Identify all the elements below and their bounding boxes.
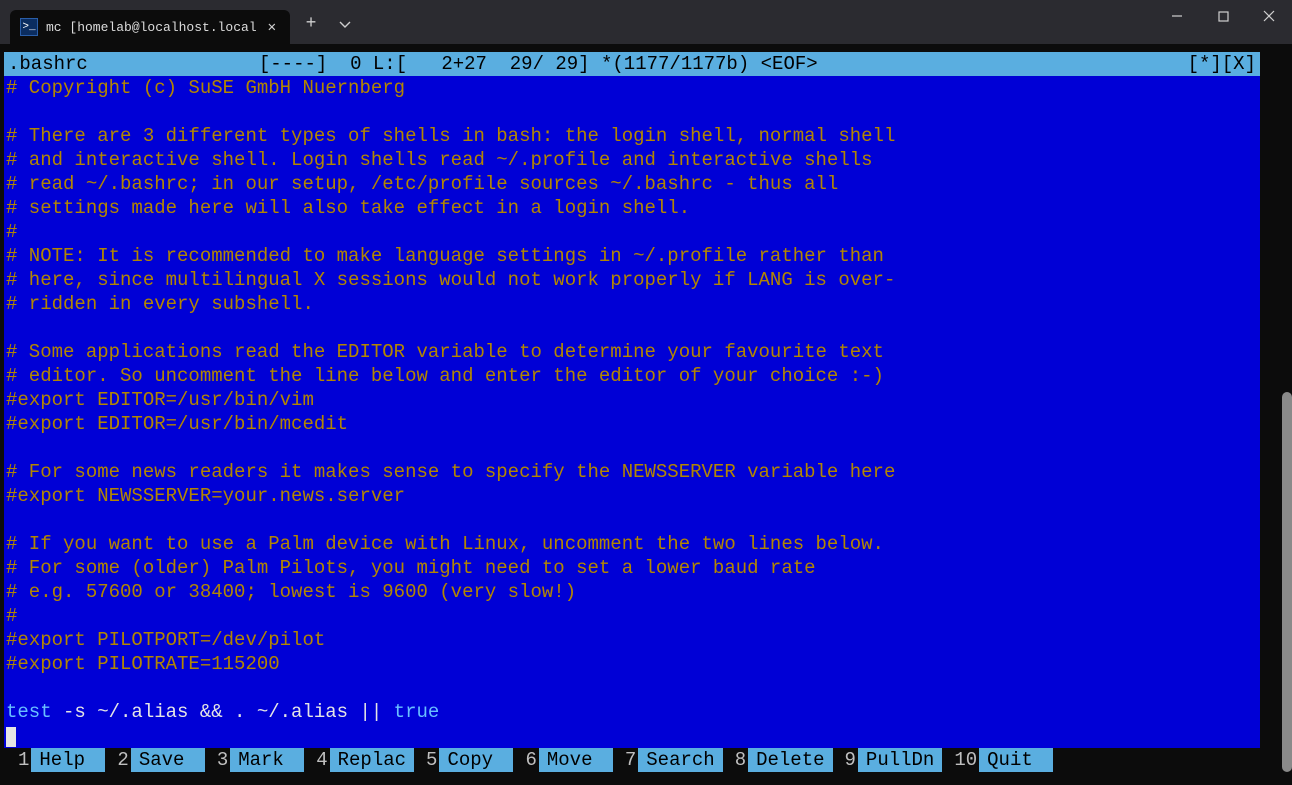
scrollbar[interactable] bbox=[1282, 52, 1292, 785]
fkey-save[interactable]: 2Save bbox=[105, 748, 204, 772]
status-lines: 29/ 29] bbox=[510, 52, 590, 76]
titlebar: >_ mc [homelab@localhost.localdc ✕ + bbox=[0, 0, 1292, 44]
terminal-tab[interactable]: >_ mc [homelab@localhost.localdc ✕ bbox=[10, 10, 290, 44]
editor-line: #export NEWSSERVER=your.news.server bbox=[6, 484, 1260, 508]
fkey-number: 2 bbox=[105, 748, 130, 772]
close-tab-icon[interactable]: ✕ bbox=[264, 17, 280, 38]
editor-line bbox=[6, 316, 1260, 340]
status-flags-left: [----] bbox=[259, 52, 327, 76]
powershell-icon: >_ bbox=[20, 18, 38, 36]
editor-line: #export EDITOR=/usr/bin/vim bbox=[6, 388, 1260, 412]
fkey-help[interactable]: 1Help bbox=[4, 748, 105, 772]
editor-line: # There are 3 different types of shells … bbox=[6, 124, 1260, 148]
status-eof: <EOF> bbox=[761, 52, 818, 76]
fkey-number: 7 bbox=[613, 748, 638, 772]
window-controls bbox=[1154, 0, 1292, 40]
editor-line: # bbox=[6, 604, 1260, 628]
editor-line: # here, since multilingual X sessions wo… bbox=[6, 268, 1260, 292]
fkey-label: Replac bbox=[330, 748, 414, 772]
fkey-label: Copy bbox=[439, 748, 513, 772]
editor-line: # editor. So uncomment the line below an… bbox=[6, 364, 1260, 388]
tab-dropdown-button[interactable] bbox=[330, 10, 360, 38]
editor-line bbox=[6, 676, 1260, 700]
status-bytes: *(1177/1177b) bbox=[601, 52, 749, 76]
editor-line: test -s ~/.alias && . ~/.alias || true bbox=[6, 700, 1260, 724]
fkey-number: 8 bbox=[723, 748, 748, 772]
maximize-icon bbox=[1218, 11, 1229, 22]
mc-editor: .bashrc [----] 0 L:[ 2+27 29/ 29] *(1177… bbox=[4, 52, 1260, 772]
maximize-button[interactable] bbox=[1200, 0, 1246, 32]
fkey-number: 1 bbox=[4, 748, 31, 772]
editor-line: # settings made here will also take effe… bbox=[6, 196, 1260, 220]
editor-line: #export EDITOR=/usr/bin/mcedit bbox=[6, 412, 1260, 436]
fkey-label: Delete bbox=[748, 748, 832, 772]
fkey-label: Quit bbox=[979, 748, 1053, 772]
status-col: 0 bbox=[350, 52, 361, 76]
fkey-label: Search bbox=[638, 748, 722, 772]
fkey-delete[interactable]: 8Delete bbox=[723, 748, 833, 772]
new-tab-button[interactable]: + bbox=[296, 10, 326, 38]
fkey-search[interactable]: 7Search bbox=[613, 748, 723, 772]
minimize-button[interactable] bbox=[1154, 0, 1200, 32]
editor-content[interactable]: # Copyright (c) SuSE GmbH Nuernberg # Th… bbox=[4, 76, 1260, 748]
editor-line: # Copyright (c) SuSE GmbH Nuernberg bbox=[6, 76, 1260, 100]
editor-line bbox=[6, 508, 1260, 532]
fkey-label: Move bbox=[539, 748, 613, 772]
fkey-label: Mark bbox=[230, 748, 304, 772]
fkey-move[interactable]: 6Move bbox=[513, 748, 612, 772]
editor-line bbox=[6, 100, 1260, 124]
fkey-quit[interactable]: 10Quit bbox=[942, 748, 1053, 772]
editor-line: # Some applications read the EDITOR vari… bbox=[6, 340, 1260, 364]
editor-line: # e.g. 57600 or 38400; lowest is 9600 (v… bbox=[6, 580, 1260, 604]
fkey-label: PullDn bbox=[858, 748, 942, 772]
minimize-icon bbox=[1171, 10, 1183, 22]
app-window: >_ mc [homelab@localhost.localdc ✕ + bbox=[0, 0, 1292, 785]
editor-line: # NOTE: It is recommended to make langua… bbox=[6, 244, 1260, 268]
chevron-down-icon bbox=[338, 17, 352, 31]
fkey-number: 10 bbox=[942, 748, 979, 772]
terminal-area[interactable]: .bashrc [----] 0 L:[ 2+27 29/ 29] *(1177… bbox=[0, 44, 1292, 785]
fkey-replac[interactable]: 4Replac bbox=[304, 748, 414, 772]
fkey-label: Help bbox=[31, 748, 105, 772]
editor-statusbar: .bashrc [----] 0 L:[ 2+27 29/ 29] *(1177… bbox=[4, 52, 1260, 76]
status-lprefix: L:[ bbox=[373, 52, 407, 76]
status-linecol: 2+27 bbox=[441, 52, 487, 76]
fkey-number: 6 bbox=[513, 748, 538, 772]
tab-title: mc [homelab@localhost.localdc bbox=[46, 20, 256, 35]
fkey-number: 3 bbox=[205, 748, 230, 772]
keyword: test bbox=[6, 701, 52, 723]
editor-line: #export PILOTPORT=/dev/pilot bbox=[6, 628, 1260, 652]
close-icon bbox=[1263, 10, 1275, 22]
fkey-copy[interactable]: 5Copy bbox=[414, 748, 513, 772]
fkey-label: Save bbox=[131, 748, 205, 772]
editor-line: # and interactive shell. Login shells re… bbox=[6, 148, 1260, 172]
fkey-number: 4 bbox=[304, 748, 329, 772]
tab-controls: + bbox=[296, 10, 360, 44]
editor-line: # bbox=[6, 220, 1260, 244]
fkey-number: 5 bbox=[414, 748, 439, 772]
close-window-button[interactable] bbox=[1246, 0, 1292, 32]
fkey-pulldn[interactable]: 9PullDn bbox=[833, 748, 943, 772]
scrollbar-thumb[interactable] bbox=[1282, 392, 1292, 772]
fkey-mark[interactable]: 3Mark bbox=[205, 748, 304, 772]
fkey-number: 9 bbox=[833, 748, 858, 772]
editor-line bbox=[6, 436, 1260, 460]
text-cursor bbox=[6, 727, 16, 747]
status-flags-right: [*][X] bbox=[1188, 52, 1256, 76]
editor-line: # For some news readers it makes sense t… bbox=[6, 460, 1260, 484]
editor-line: # read ~/.bashrc; in our setup, /etc/pro… bbox=[6, 172, 1260, 196]
editor-line: # For some (older) Palm Pilots, you migh… bbox=[6, 556, 1260, 580]
cursor-line bbox=[6, 724, 1260, 748]
status-filename: .bashrc bbox=[8, 52, 88, 76]
editor-line: # If you want to use a Palm device with … bbox=[6, 532, 1260, 556]
editor-line: # ridden in every subshell. bbox=[6, 292, 1260, 316]
function-key-bar: 1Help2Save3Mark4Replac5Copy6Move7Search8… bbox=[4, 748, 1260, 772]
keyword: true bbox=[394, 701, 440, 723]
editor-line: #export PILOTRATE=115200 bbox=[6, 652, 1260, 676]
